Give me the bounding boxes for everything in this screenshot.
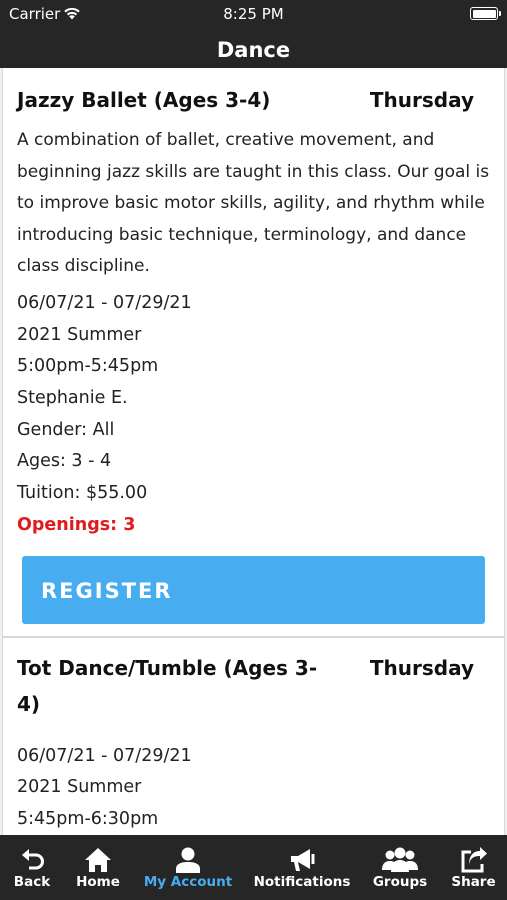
tab-label: Back	[13, 874, 51, 890]
class-gender: Gender: All	[17, 419, 115, 440]
person-icon	[176, 847, 200, 873]
tab-share[interactable]: Share	[440, 835, 507, 900]
class-list[interactable]: Jazzy Ballet (Ages 3-4) Thursday A combi…	[0, 68, 507, 835]
tab-bar: Back Home My Account Notifications Group…	[0, 835, 507, 900]
page-title: Dance	[0, 28, 507, 68]
class-day: Thursday	[369, 88, 474, 112]
class-day: Thursday	[369, 655, 474, 680]
tab-my-account[interactable]: My Account	[132, 835, 244, 900]
group-icon	[382, 847, 418, 872]
tab-label: Share	[451, 874, 496, 890]
class-session: 2021 Summer	[17, 324, 142, 345]
class-dates: 06/07/21 - 07/29/21	[17, 292, 192, 313]
class-time: 5:45pm-6:30pm	[17, 809, 159, 829]
megaphone-icon	[291, 849, 315, 871]
class-session: 2021 Summer	[17, 777, 142, 798]
back-arrow-icon	[22, 849, 44, 870]
class-instructor: Stephanie E.	[17, 388, 128, 409]
battery-icon	[470, 7, 501, 20]
register-button[interactable]: REGISTER	[22, 555, 485, 624]
tab-notifications[interactable]: Notifications	[244, 835, 360, 900]
class-card: Jazzy Ballet (Ages 3-4) Thursday A combi…	[2, 68, 505, 637]
class-dates: 06/07/21 - 07/29/21	[17, 745, 192, 766]
class-title: Jazzy Ballet (Ages 3-4)	[17, 88, 271, 112]
class-card: Tot Dance/Tumble (Ages 3-4) Thursday 06/…	[2, 636, 505, 835]
tab-label: Groups	[372, 874, 428, 890]
tab-label: My Account	[143, 874, 233, 890]
status-bar: Carrier 8:25 PM	[0, 0, 507, 28]
class-title: Tot Dance/Tumble (Ages 3-4)	[17, 655, 318, 716]
class-description: A combination of ballet, creative moveme…	[17, 130, 490, 277]
class-time: 5:00pm-5:45pm	[17, 356, 159, 377]
tab-home[interactable]: Home	[64, 835, 132, 900]
clock: 8:25 PM	[223, 5, 284, 23]
share-icon	[461, 847, 487, 873]
tab-label: Notifications	[253, 874, 351, 890]
class-tuition: Tuition: $55.00	[17, 483, 148, 504]
tab-back[interactable]: Back	[0, 835, 64, 900]
class-ages: Ages: 3 - 4	[17, 451, 112, 472]
class-openings: Openings: 3	[17, 514, 136, 535]
tab-label: Home	[76, 874, 120, 890]
home-icon	[85, 848, 111, 872]
tab-groups[interactable]: Groups	[360, 835, 440, 900]
